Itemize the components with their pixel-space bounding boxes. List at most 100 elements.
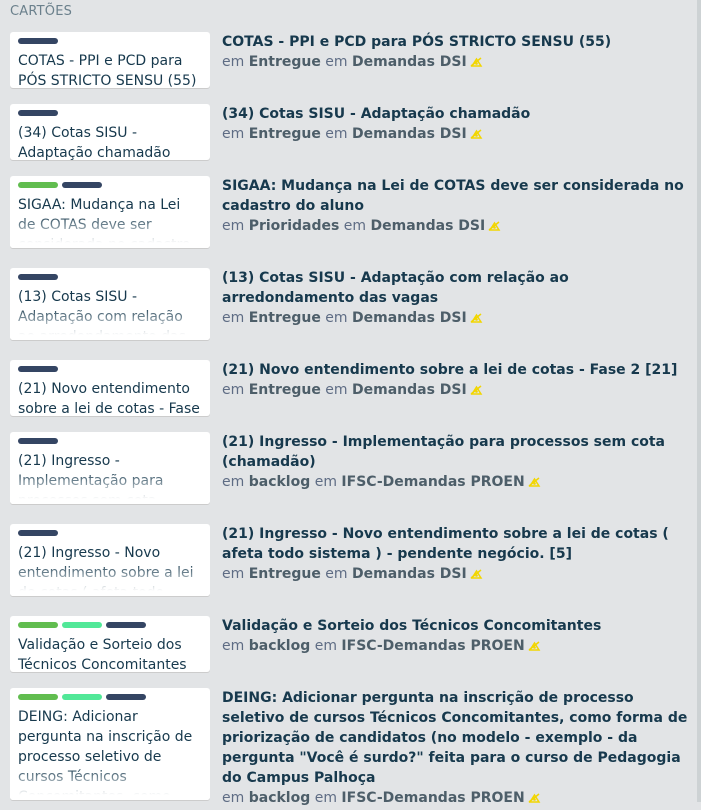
card-name-link[interactable]: SIGAA: Mudança na Lei de COTAS deve ser … [222, 176, 696, 216]
list-name[interactable]: Entregue [249, 566, 321, 582]
result-details: SIGAA: Mudança na Lei de COTAS deve ser … [222, 176, 696, 238]
in-word: em [222, 310, 245, 326]
card-preview[interactable]: SIGAA: Mudança na Lei de COTAS deve ser … [10, 176, 210, 248]
in-word: em [343, 218, 367, 234]
card-location: em Entregue em Demandas DSI [222, 564, 696, 586]
card-preview[interactable]: COTAS - PPI e PCD para PÓS STRICTO SENSU… [10, 32, 210, 88]
section-title: CARTÕES [10, 4, 73, 19]
card-preview[interactable]: DEING: Adicionar pergunta na inscrição d… [10, 688, 210, 800]
in-word: em [314, 790, 337, 806]
board-name[interactable]: Demandas DSI [352, 382, 467, 398]
list-name[interactable]: Entregue [249, 310, 321, 326]
board-name[interactable]: Demandas DSI [352, 54, 467, 70]
card-preview[interactable]: (21) Ingresso - Implementação para proce… [10, 432, 210, 504]
card-label-dark [18, 274, 58, 280]
card-name-link[interactable]: Validação e Sorteio dos Técnicos Concomi… [222, 616, 696, 636]
list-name[interactable]: backlog [249, 790, 311, 806]
card-location: em backlog em IFSC-Demandas PROEN [222, 788, 696, 810]
board-visibility-icon [470, 382, 483, 402]
board-name[interactable]: Demandas DSI [352, 126, 467, 142]
result-details: DEING: Adicionar pergunta na inscrição d… [222, 688, 696, 810]
in-word: em [325, 54, 348, 70]
in-word: em [314, 638, 337, 654]
card-location: em Entregue em Demandas DSI [222, 308, 696, 330]
card-name-link[interactable]: (21) Ingresso - Implementação para proce… [222, 432, 696, 472]
card-labels [10, 176, 210, 188]
board-visibility-icon [470, 310, 483, 330]
board-name[interactable]: Demandas DSI [371, 218, 486, 234]
in-word: em [314, 474, 337, 490]
in-word: em [222, 474, 245, 490]
board-name[interactable]: IFSC-Demandas PROEN [341, 790, 524, 806]
card-preview[interactable]: (21) Ingresso - Novo entendimento sobre … [10, 524, 210, 596]
card-labels [10, 104, 210, 116]
result-details: (34) Cotas SISU - Adaptação chamadão em E… [222, 104, 696, 146]
card-location: em backlog em IFSC-Demandas PROEN [222, 472, 696, 494]
board-visibility-icon [528, 790, 541, 810]
in-word: em [325, 566, 348, 582]
card-labels [10, 688, 210, 700]
card-name-link[interactable]: COTAS - PPI e PCD para PÓS STRICTO SENSU… [222, 32, 696, 52]
in-word: em [325, 310, 348, 326]
card-name-link[interactable]: (13) Cotas SISU - Adaptação com relação … [222, 268, 696, 308]
card-label-mint [62, 622, 102, 628]
card-location: em Prioridades em Demandas DSI [222, 216, 696, 238]
scrollbar-track [697, 0, 701, 802]
card-labels [10, 360, 210, 372]
result-details: (21) Ingresso - Implementação para proce… [222, 432, 696, 494]
card-label-mint [62, 694, 102, 700]
card-label-dark [62, 182, 102, 188]
in-word: em [222, 218, 245, 234]
list-name[interactable]: backlog [249, 474, 311, 490]
card-preview[interactable]: (13) Cotas SISU - Adaptação com relação … [10, 268, 210, 340]
card-labels [10, 616, 210, 628]
card-label-dark [18, 110, 58, 116]
card-label-dark [106, 694, 146, 700]
result-details: COTAS - PPI e PCD para PÓS STRICTO SENSU… [222, 32, 696, 74]
card-preview[interactable]: (34) Cotas SISU - Adaptação chamadão [10, 104, 210, 160]
card-label-dark [18, 530, 58, 536]
card-label-green [18, 622, 58, 628]
result-details: (21) Ingresso - Novo entendimento sobre … [222, 524, 696, 586]
list-name[interactable]: Entregue [249, 382, 321, 398]
in-word: em [222, 126, 245, 142]
in-word: em [222, 638, 245, 654]
card-name-link[interactable]: (21) Ingresso - Novo entendimento sobre … [222, 524, 696, 564]
board-name[interactable]: Demandas DSI [352, 310, 467, 326]
result-details: (13) Cotas SISU - Adaptação com relação … [222, 268, 696, 330]
card-preview-title: COTAS - PPI e PCD para PÓS STRICTO SENSU… [18, 53, 197, 88]
card-preview-title: (21) Novo entendimento sobre a lei de co… [18, 381, 200, 416]
in-word: em [222, 54, 245, 70]
board-visibility-icon [470, 566, 483, 586]
card-label-dark [18, 438, 58, 444]
card-labels [10, 524, 210, 536]
card-preview[interactable]: (21) Novo entendimento sobre a lei de co… [10, 360, 210, 416]
title-fade [10, 766, 210, 800]
list-name[interactable]: Prioridades [249, 218, 340, 234]
card-location: em backlog em IFSC-Demandas PROEN [222, 636, 696, 658]
card-preview-title: Validação e Sorteio dos Técnicos Concomi… [18, 637, 187, 672]
card-name-link[interactable]: (21) Novo entendimento sobre a lei de co… [222, 360, 696, 380]
card-label-dark [18, 366, 58, 372]
title-fade [10, 214, 210, 248]
card-location: em Entregue em Demandas DSI [222, 380, 696, 402]
board-name[interactable]: IFSC-Demandas PROEN [341, 638, 524, 654]
card-label-dark [18, 38, 58, 44]
board-visibility-icon [470, 54, 483, 74]
card-preview[interactable]: Validação e Sorteio dos Técnicos Concomi… [10, 616, 210, 672]
board-visibility-icon [528, 638, 541, 658]
board-name[interactable]: IFSC-Demandas PROEN [341, 474, 524, 490]
list-name[interactable]: Entregue [249, 126, 321, 142]
card-name-link[interactable]: (34) Cotas SISU - Adaptação chamadão [222, 104, 696, 124]
card-labels [10, 268, 210, 280]
list-name[interactable]: backlog [249, 638, 311, 654]
list-name[interactable]: Entregue [249, 54, 321, 70]
card-location: em Entregue em Demandas DSI [222, 52, 696, 74]
card-label-green [18, 694, 58, 700]
card-labels [10, 32, 210, 44]
card-name-link[interactable]: DEING: Adicionar pergunta na inscrição d… [222, 688, 696, 788]
board-name[interactable]: Demandas DSI [352, 566, 467, 582]
result-details: (21) Novo entendimento sobre a lei de co… [222, 360, 696, 402]
result-details: Validação e Sorteio dos Técnicos Concomi… [222, 616, 696, 658]
card-labels [10, 432, 210, 444]
